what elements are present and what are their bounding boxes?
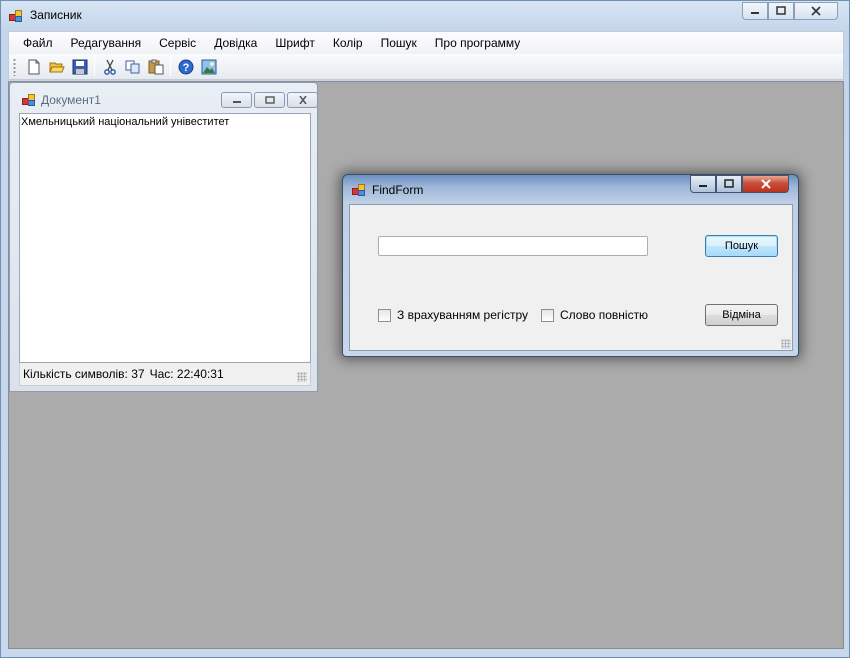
- cut-button[interactable]: [98, 56, 121, 78]
- whole-word-checkbox[interactable]: Слово повністю: [541, 308, 648, 322]
- cancel-button[interactable]: Відміна: [705, 304, 778, 326]
- document-text-area[interactable]: Хмельницький національний унівеститет: [19, 113, 311, 363]
- find-form-window: FindForm Пошук З врахуванням регістру Сл…: [342, 174, 799, 357]
- char-count-label: Кількість символів: 37: [23, 367, 145, 381]
- close-icon: [298, 96, 307, 104]
- menu-edit[interactable]: Редагування: [62, 33, 151, 54]
- minimize-button[interactable]: [742, 2, 768, 20]
- paste-button[interactable]: [144, 56, 167, 78]
- menu-font[interactable]: Шрифт: [266, 33, 323, 54]
- window-controls: [742, 2, 838, 20]
- open-button[interactable]: [45, 56, 68, 78]
- document-close-button[interactable]: [287, 92, 318, 108]
- find-form-window-controls: [690, 175, 789, 193]
- close-icon: [760, 179, 771, 189]
- document-title-bar[interactable]: Документ1: [10, 83, 318, 113]
- match-case-checkbox[interactable]: З врахуванням регістру: [378, 308, 528, 322]
- menu-color[interactable]: Колір: [324, 33, 372, 54]
- search-button[interactable]: Пошук: [705, 235, 778, 257]
- menu-help[interactable]: Довідка: [205, 33, 266, 54]
- find-maximize-button[interactable]: [716, 175, 742, 193]
- window-title: Записник: [30, 8, 82, 22]
- new-button[interactable]: [22, 56, 45, 78]
- image-button[interactable]: [197, 56, 220, 78]
- minimize-icon: [751, 12, 759, 14]
- time-label: Час: 22:40:31: [149, 367, 224, 381]
- svg-text:?: ?: [182, 62, 189, 74]
- toolbar-grip[interactable]: [13, 57, 16, 76]
- match-case-label: З врахуванням регістру: [397, 308, 528, 322]
- toolbar: ?: [8, 54, 844, 80]
- maximize-button[interactable]: [768, 2, 794, 20]
- restore-icon: [724, 179, 734, 188]
- document-title: Документ1: [41, 93, 101, 107]
- search-input[interactable]: [378, 236, 648, 256]
- close-icon: [811, 6, 821, 16]
- copy-icon: [125, 60, 139, 73]
- menu-file[interactable]: Файл: [9, 33, 62, 54]
- toolbar-separator: [94, 57, 95, 76]
- menu-search[interactable]: Пошук: [372, 33, 426, 54]
- find-form-icon: [352, 183, 366, 197]
- save-icon: [72, 59, 87, 74]
- whole-word-box[interactable]: [541, 308, 554, 322]
- minimize-icon: [232, 101, 241, 103]
- find-form-title: FindForm: [372, 183, 424, 197]
- match-case-box[interactable]: [378, 308, 391, 322]
- close-button[interactable]: [794, 2, 838, 20]
- save-button[interactable]: [68, 56, 91, 78]
- document-icon: [22, 93, 36, 107]
- toolbar-separator: [170, 57, 171, 76]
- find-minimize-button[interactable]: [690, 175, 716, 193]
- menu-service[interactable]: Сервіс: [150, 33, 205, 54]
- main-title-bar[interactable]: Записник: [1, 1, 849, 30]
- restore-icon: [776, 6, 786, 15]
- status-bar: Кількість символів: 37 Час: 22:40:31: [19, 363, 311, 386]
- whole-word-label: Слово повністю: [560, 308, 649, 322]
- minimize-icon: [699, 185, 707, 187]
- document-window-controls: [221, 92, 318, 108]
- document-minimize-button[interactable]: [221, 92, 252, 108]
- app-icon: [9, 9, 23, 23]
- menu-bar: Файл Редагування Сервіс Довідка Шрифт Ко…: [8, 31, 844, 54]
- new-icon: [28, 59, 39, 74]
- cut-icon: [103, 59, 116, 75]
- document-maximize-button[interactable]: [254, 92, 285, 108]
- copy-button[interactable]: [121, 56, 144, 78]
- document-window: Документ1 Хмельницький національний унів…: [9, 82, 318, 392]
- find-resize-grip[interactable]: [781, 339, 791, 349]
- help-button[interactable]: ?: [174, 56, 197, 78]
- open-icon: [48, 62, 65, 72]
- menu-about[interactable]: Про программу: [426, 33, 530, 54]
- find-form-client: Пошук З врахуванням регістру Слово повні…: [349, 204, 793, 351]
- find-close-button[interactable]: [742, 175, 789, 193]
- paste-icon: [148, 59, 163, 74]
- help-icon: ?: [178, 59, 193, 74]
- restore-icon: [264, 96, 275, 104]
- resize-grip[interactable]: [297, 372, 307, 382]
- document-text: Хмельницький національний унівеститет: [21, 116, 230, 128]
- image-icon: [201, 59, 216, 74]
